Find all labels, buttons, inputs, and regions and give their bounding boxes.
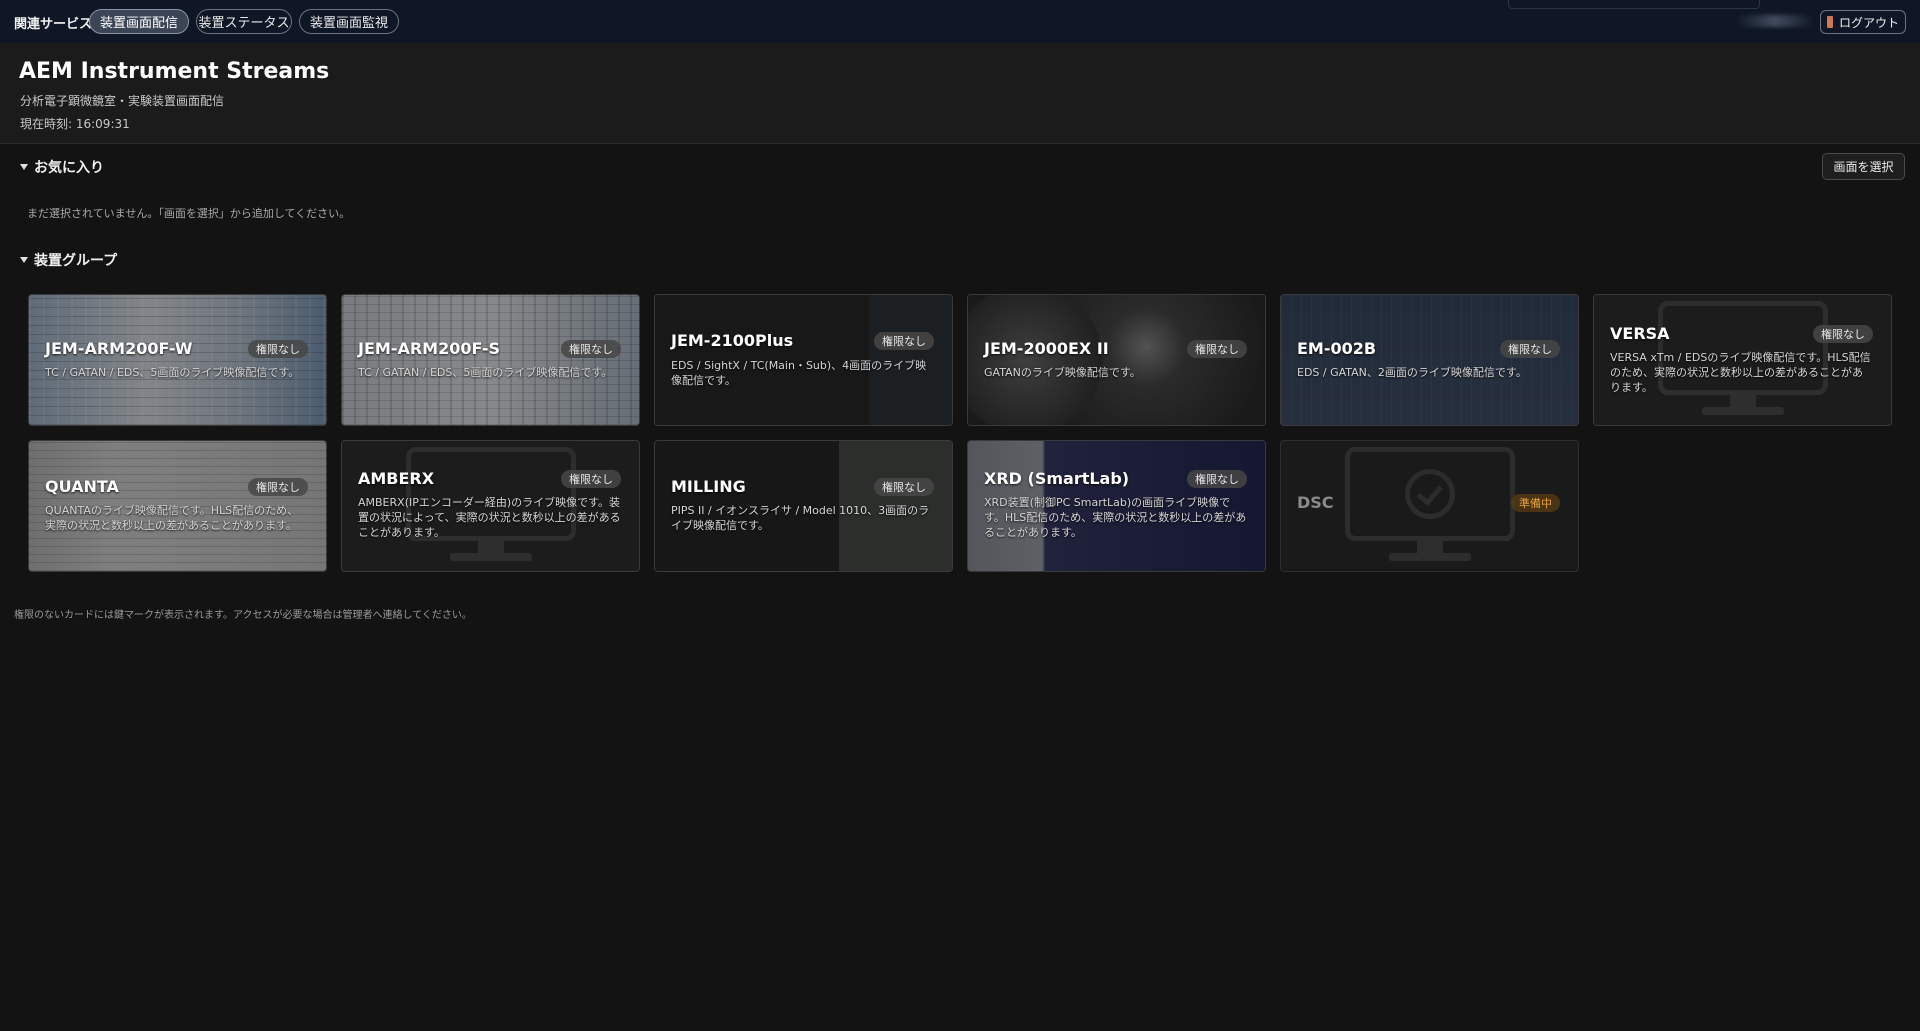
card-description: EDS / GATAN、2画面のライブ映像配信です。 — [1297, 366, 1527, 379]
logout-button[interactable]: ログアウト — [1820, 10, 1906, 34]
select-screens-button[interactable]: 画面を選択 — [1822, 153, 1905, 180]
card-title: XRD (SmartLab) — [984, 469, 1130, 488]
permission-badge: 権限なし — [1187, 340, 1247, 358]
page-title: AEM Instrument Streams — [19, 59, 330, 84]
instrument-card-dsc: DSC 準備中 — [1280, 440, 1579, 572]
user-name-blurred — [1736, 15, 1814, 27]
permission-badge: 権限なし — [561, 340, 621, 358]
instrument-card-jem-arm200f-w[interactable]: JEM-ARM200F-W 権限なし TC / GATAN / EDS、5画面の… — [28, 294, 327, 426]
card-title: EM-002B — [1297, 339, 1377, 358]
card-description: TC / GATAN / EDS、5画面のライブ映像配信です。 — [358, 366, 613, 379]
card-title: JEM-2100Plus — [671, 331, 794, 350]
groups-heading: 装置グループ — [34, 253, 118, 269]
tab-instrument-status[interactable]: 装置ステータス — [196, 9, 292, 34]
logout-label: ログアウト — [1838, 15, 1899, 30]
groups-section-toggle[interactable]: 装置グループ — [20, 250, 117, 270]
related-services-label: 関連サービス — [14, 17, 93, 32]
card-title: JEM-2000EX II — [984, 339, 1109, 358]
permission-badge: 権限なし — [874, 332, 934, 350]
card-title: DSC — [1297, 493, 1334, 512]
instrument-card-versa[interactable]: VERSA 権限なし VERSA xTm / EDSのライブ映像配信です。HLS… — [1593, 294, 1892, 426]
instrument-card-amberx[interactable]: AMBERX 権限なし AMBERX(IPエンコーダー経由)のライブ映像です。装… — [341, 440, 640, 572]
card-title: VERSA — [1610, 324, 1670, 343]
permission-footnote: 権限のないカードには鍵マークが表示されます。アクセスが必要な場合は管理者へ連絡し… — [14, 610, 472, 621]
status-badge: 準備中 — [1511, 494, 1560, 512]
expand-triangle-icon — [20, 164, 28, 170]
card-description: AMBERX(IPエンコーダー経由)のライブ映像です。装置の状況によって、実際の… — [358, 496, 621, 539]
favorites-heading: お気に入り — [34, 160, 104, 176]
card-title: JEM-ARM200F-W — [45, 339, 193, 358]
permission-badge: 権限なし — [248, 478, 308, 496]
tab-screen-streams[interactable]: 装置画面配信 — [89, 9, 189, 34]
card-description: TC / GATAN / EDS、5画面のライブ映像配信です。 — [45, 366, 300, 379]
instrument-card-em-002b[interactable]: EM-002B 権限なし EDS / GATAN、2画面のライブ映像配信です。 — [1280, 294, 1579, 426]
card-description: GATANのライブ映像配信です。 — [984, 366, 1141, 379]
hidden-panel-edge — [1508, 0, 1760, 9]
card-title: AMBERX — [358, 469, 435, 488]
current-time: 現在時刻: 16:09:31 — [20, 117, 130, 131]
top-navigation-bar: 関連サービス 装置画面配信 装置ステータス 装置画面監視 ログアウト — [0, 0, 1920, 43]
favorites-empty-message: まだ選択されていません。「画面を選択」から追加してください。 — [27, 207, 351, 220]
favorites-section-toggle[interactable]: お気に入り — [20, 157, 104, 177]
instrument-card-jem-2100plus[interactable]: JEM-2100Plus 権限なし EDS / SightX / TC(Main… — [654, 294, 953, 426]
page-header: AEM Instrument Streams 分析電子顕微鏡室・実験装置画面配信… — [0, 43, 1920, 144]
instrument-card-xrd-smartlab[interactable]: XRD (SmartLab) 権限なし XRD装置(制御PC SmartLab)… — [967, 440, 1266, 572]
card-description: XRD装置(制御PC SmartLab)の画面ライブ映像です。HLS配信のため、… — [984, 496, 1247, 539]
tab-screen-monitor[interactable]: 装置画面監視 — [299, 9, 399, 34]
permission-badge: 権限なし — [561, 470, 621, 488]
card-description: QUANTAのライブ映像配信です。HLS配信のため、実際の状況と数秒以上の差があ… — [45, 504, 299, 532]
permission-badge: 権限なし — [874, 478, 934, 496]
logout-icon — [1826, 16, 1833, 28]
permission-badge: 権限なし — [248, 340, 308, 358]
card-description: PIPS II / イオンスライサ / Model 1010、3画面のライブ映像… — [671, 504, 930, 532]
instrument-card-quanta[interactable]: QUANTA 権限なし QUANTAのライブ映像配信です。HLS配信のため、実際… — [28, 440, 327, 572]
instrument-card-jem-arm200f-s[interactable]: JEM-ARM200F-S 権限なし TC / GATAN / EDS、5画面の… — [341, 294, 640, 426]
card-description: VERSA xTm / EDSのライブ映像配信です。HLS配信のため、実際の状況… — [1610, 351, 1871, 394]
card-title: JEM-ARM200F-S — [358, 339, 501, 358]
instrument-card-milling[interactable]: MILLING 権限なし PIPS II / イオンスライサ / Model 1… — [654, 440, 953, 572]
card-description: EDS / SightX / TC(Main・Sub)、4画面のライブ映像配信で… — [671, 359, 927, 387]
card-title: MILLING — [671, 477, 746, 496]
instrument-card-jem-2000ex-ii[interactable]: JEM-2000EX II 権限なし GATANのライブ映像配信です。 — [967, 294, 1266, 426]
permission-badge: 権限なし — [1813, 325, 1873, 343]
expand-triangle-icon — [20, 257, 28, 263]
permission-badge: 権限なし — [1187, 470, 1247, 488]
card-title: QUANTA — [45, 477, 119, 496]
monitor-check-placeholder-icon — [1344, 447, 1515, 565]
page-subtitle: 分析電子顕微鏡室・実験装置画面配信 — [20, 94, 225, 108]
permission-badge: 権限なし — [1500, 340, 1560, 358]
